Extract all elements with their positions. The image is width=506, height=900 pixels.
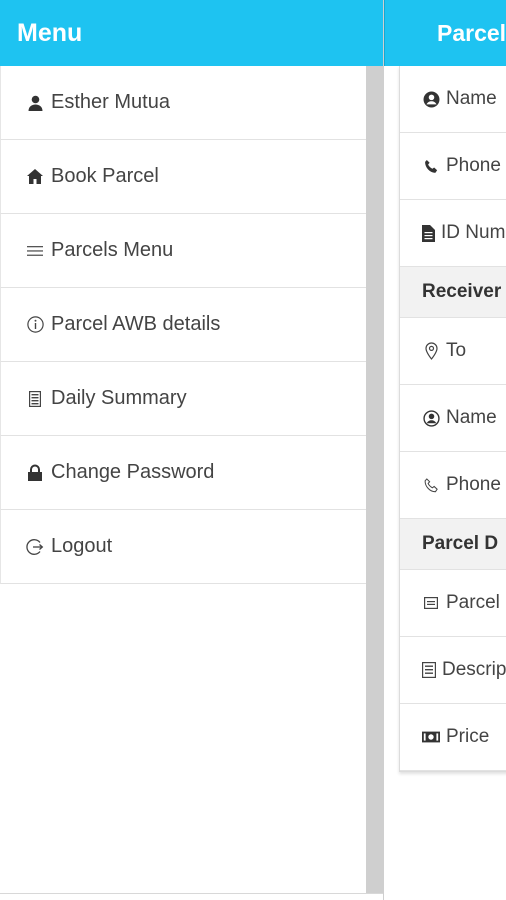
parcel-form: Name Phone ID Number Receiver To Name xyxy=(399,66,506,772)
sender-name-label: Name xyxy=(446,88,497,109)
drawer-header: Menu xyxy=(0,0,383,66)
sidebar-item-label: Book Parcel xyxy=(51,165,159,187)
sidebar-item-label: Daily Summary xyxy=(51,387,187,409)
parcel-description-field[interactable]: Description xyxy=(400,637,506,704)
tag-icon xyxy=(422,597,440,609)
parcel-price-label: Price xyxy=(446,726,490,747)
phone-icon xyxy=(422,477,440,493)
page-title: Parcel xyxy=(437,19,506,46)
drawer-title: Menu xyxy=(17,18,83,47)
sender-phone-label: Phone xyxy=(446,155,501,176)
receiver-to-label: To xyxy=(446,340,467,361)
drawer-scrollbar[interactable] xyxy=(366,66,384,894)
phone-icon xyxy=(422,159,440,174)
parcel-price-field[interactable]: Price xyxy=(400,704,506,771)
sidebar-item-book-parcel[interactable]: Book Parcel xyxy=(0,140,366,214)
menu-lines-icon xyxy=(25,245,45,257)
sidebar-item-change-password[interactable]: Change Password xyxy=(0,436,366,510)
side-drawer: Menu Esther Mutua Book Parcel Parcels Me… xyxy=(0,0,384,900)
logout-icon xyxy=(25,538,45,556)
receiver-phone-label: Phone xyxy=(446,474,501,495)
sender-name-field[interactable]: Name xyxy=(400,66,506,133)
list-document-icon xyxy=(422,662,436,678)
lock-icon xyxy=(25,464,45,481)
sidebar-item-label: Logout xyxy=(51,535,113,557)
sidebar-item-label: Parcel AWB details xyxy=(51,313,221,335)
receiver-phone-field[interactable]: Phone xyxy=(400,452,506,519)
receiver-to-field[interactable]: To xyxy=(400,318,506,385)
receiver-name-field[interactable]: Name xyxy=(400,385,506,452)
sender-id-label: ID Number xyxy=(441,222,506,243)
sidebar-item-daily-summary[interactable]: Daily Summary xyxy=(0,362,366,436)
sidebar-item-label: Parcels Menu xyxy=(51,239,174,261)
drawer-menu-list: Esther Mutua Book Parcel Parcels Menu Pa… xyxy=(0,66,366,900)
sidebar-item-profile[interactable]: Esther Mutua xyxy=(0,66,366,140)
location-pin-icon xyxy=(422,342,440,360)
user-circle-icon xyxy=(422,409,440,427)
sidebar-item-logout[interactable]: Logout xyxy=(0,510,366,584)
info-circle-icon xyxy=(25,316,45,333)
page-header: Parcel xyxy=(384,0,506,66)
home-icon xyxy=(25,169,45,184)
receiver-name-label: Name xyxy=(446,407,497,428)
sender-phone-field[interactable]: Phone xyxy=(400,133,506,200)
document-icon xyxy=(25,390,45,407)
money-icon xyxy=(422,731,440,743)
drawer-bottom-divider xyxy=(0,893,383,894)
user-circle-icon xyxy=(422,91,440,108)
parcel-page: Parcel Name Phone ID Number Receiver T xyxy=(384,0,506,900)
sidebar-item-parcels-menu[interactable]: Parcels Menu xyxy=(0,214,366,288)
parcel-description-label: Description xyxy=(442,659,506,680)
parcel-type-label: Parcel xyxy=(446,592,500,613)
user-icon xyxy=(25,95,45,111)
receiver-section-header: Receiver xyxy=(400,267,506,318)
sidebar-item-label: Change Password xyxy=(51,461,215,483)
sidebar-item-label: Esther Mutua xyxy=(51,91,170,113)
parcel-details-section-header: Parcel D xyxy=(400,519,506,570)
parcel-type-field[interactable]: Parcel xyxy=(400,570,506,637)
document-icon xyxy=(422,224,435,242)
sender-id-field[interactable]: ID Number xyxy=(400,200,506,267)
sidebar-item-awb-details[interactable]: Parcel AWB details xyxy=(0,288,366,362)
